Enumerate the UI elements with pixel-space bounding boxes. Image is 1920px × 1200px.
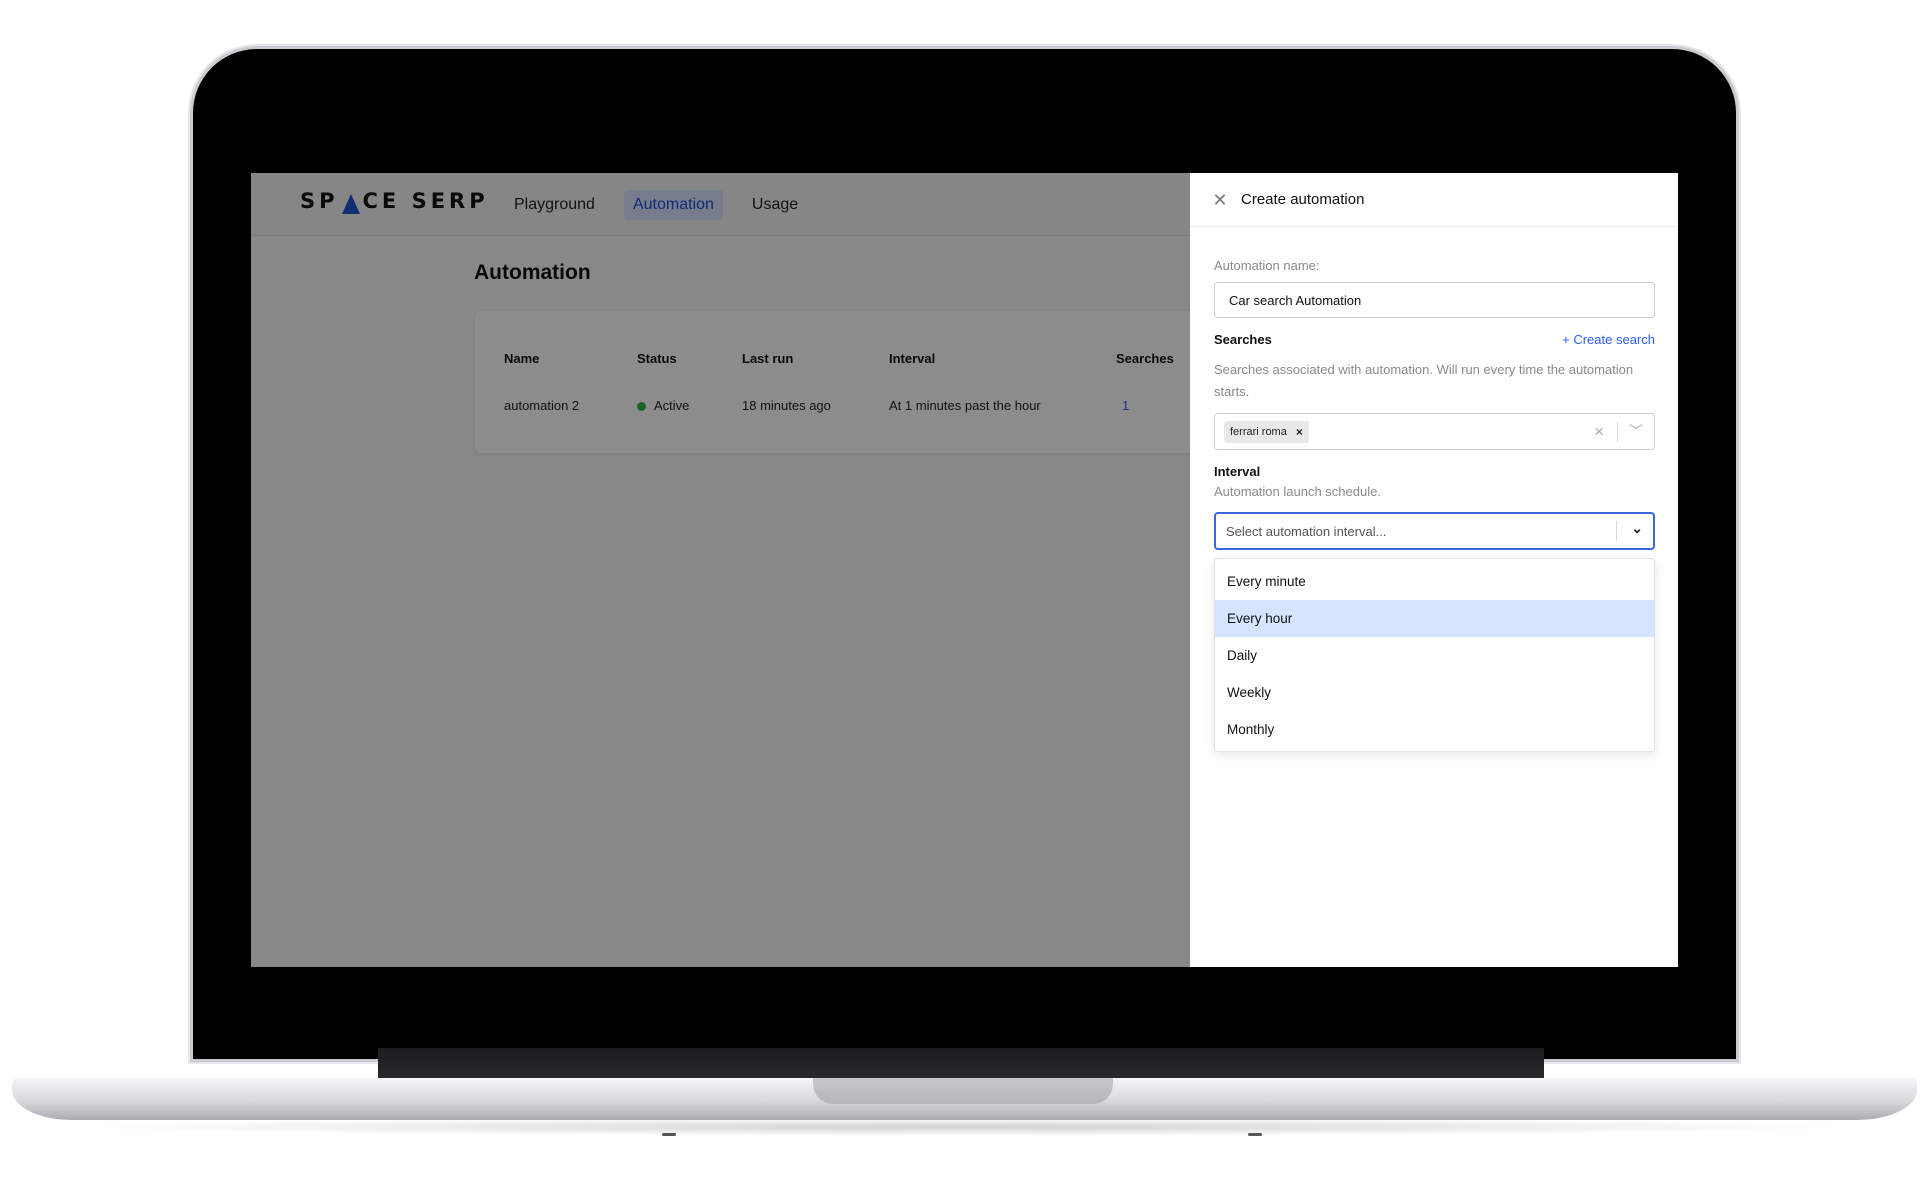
- app-background: SP CE SERP Playground Automation Usage Au…: [251, 173, 1215, 967]
- laptop-shadow: [60, 1118, 1870, 1136]
- automation-name-input[interactable]: Car search Automation: [1214, 282, 1655, 318]
- modal-backdrop[interactable]: [251, 173, 1190, 967]
- select-separator: [1616, 521, 1617, 541]
- laptop-notch: [813, 1078, 1113, 1104]
- create-search-link[interactable]: + Create search: [1562, 332, 1655, 347]
- close-icon[interactable]: ✕: [1212, 191, 1228, 209]
- searches-description: Searches associated with automation. Wil…: [1214, 362, 1634, 399]
- automation-name-label: Automation name:: [1214, 258, 1320, 273]
- chevron-down-icon[interactable]: ﹀: [1629, 421, 1643, 441]
- searches-label: Searches: [1214, 332, 1272, 347]
- option-daily[interactable]: Daily: [1215, 637, 1654, 674]
- search-chip: ferrari roma ×: [1224, 421, 1309, 443]
- laptop-foot: [1248, 1133, 1262, 1136]
- drawer-header: ✕ Create automation: [1190, 173, 1678, 227]
- option-monthly[interactable]: Monthly: [1215, 711, 1654, 748]
- laptop-hinge: [378, 1048, 1544, 1082]
- interval-dropdown-menu: Every minute Every hour Daily Weekly Mon…: [1214, 558, 1655, 752]
- interval-placeholder: Select automation interval...: [1226, 524, 1387, 539]
- option-every-minute[interactable]: Every minute: [1215, 563, 1654, 600]
- select-separator: [1617, 422, 1618, 442]
- create-automation-drawer: ✕ Create automation Automation name: Car…: [1190, 173, 1678, 967]
- interval-select[interactable]: Select automation interval... ⌄: [1214, 512, 1655, 550]
- chip-remove-icon[interactable]: ×: [1296, 425, 1303, 439]
- option-every-hour[interactable]: Every hour: [1215, 600, 1654, 637]
- interval-description: Automation launch schedule.: [1214, 484, 1381, 499]
- drawer-title: Create automation: [1241, 191, 1365, 208]
- interval-label: Interval: [1214, 464, 1261, 479]
- search-chip-label: ferrari roma: [1230, 426, 1287, 438]
- option-weekly[interactable]: Weekly: [1215, 674, 1654, 711]
- laptop-foot: [662, 1133, 676, 1136]
- chevron-down-icon[interactable]: ⌄: [1631, 520, 1643, 537]
- clear-icon[interactable]: ×: [1594, 422, 1604, 442]
- searches-multiselect[interactable]: ferrari roma × × ﹀: [1214, 413, 1655, 450]
- screen: SP CE SERP Playground Automation Usage Au…: [251, 173, 1678, 967]
